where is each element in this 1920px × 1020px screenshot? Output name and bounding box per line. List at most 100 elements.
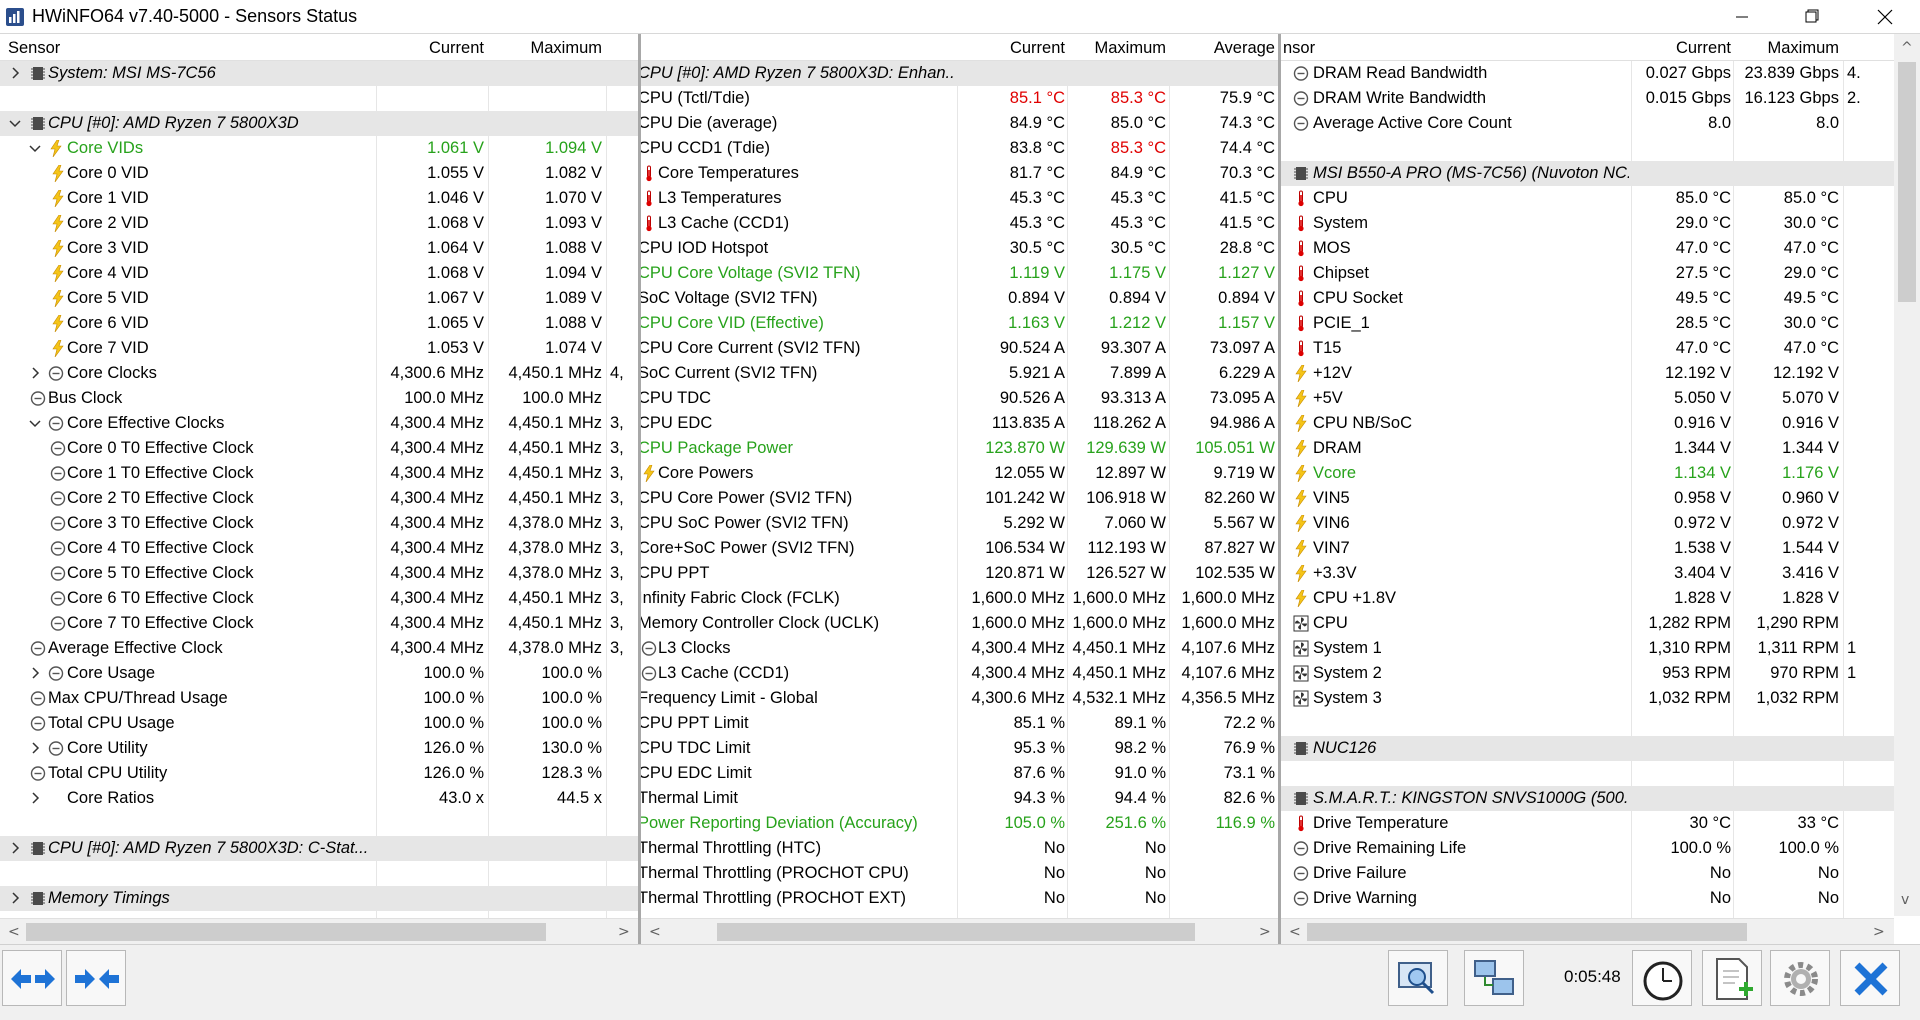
sensor-row[interactable]: PCIE_1 28.5 °C 30.0 °C bbox=[1281, 311, 1894, 336]
scroll-thumb[interactable] bbox=[26, 923, 546, 941]
sensor-row[interactable]: Core Effective Clocks 4,300.4 MHz 4,450.1 … bbox=[0, 411, 638, 436]
sensor-row[interactable]: VIN6 0.972 V 0.972 V bbox=[1281, 511, 1894, 536]
horizontal-scrollbar-left[interactable]: < > bbox=[0, 918, 638, 944]
header-average[interactable]: Average bbox=[1171, 39, 1275, 58]
sensor-row[interactable]: Core 3 VID 1.064 V 1.088 V bbox=[0, 236, 638, 261]
sensor-row[interactable]: CPU TDC Limit 95.3 % 98.2 % 76.9 % bbox=[641, 736, 1278, 761]
sensor-row[interactable]: CPU +1.8V 1.828 V 1.828 V bbox=[1281, 586, 1894, 611]
sensor-row[interactable]: CPU Die (average) 84.9 °C 85.0 °C 74.3 °C bbox=[641, 111, 1278, 136]
clock-reset-button[interactable] bbox=[1632, 950, 1692, 1006]
sensor-row[interactable] bbox=[0, 86, 638, 111]
sensor-row[interactable]: CPU Core VID (Effective) 1.163 V 1.212 V 1.… bbox=[641, 311, 1278, 336]
header-sensor[interactable]: Sensor bbox=[8, 39, 60, 58]
horizontal-scrollbar-middle[interactable]: < > bbox=[641, 918, 1278, 944]
sensor-row[interactable]: L3 Clocks 4,300.4 MHz 4,450.1 MHz 4,107.6 M… bbox=[641, 636, 1278, 661]
sensor-row[interactable]: Core 1 VID 1.046 V 1.070 V bbox=[0, 186, 638, 211]
sensor-group-row[interactable]: CPU [#0]: AMD Ryzen 7 5800X3D: Enhan... bbox=[641, 61, 1278, 86]
sensor-row[interactable]: VIN7 1.538 V 1.544 V bbox=[1281, 536, 1894, 561]
sensor-row[interactable]: Frequency Limit - Global 4,300.6 MHz 4,532… bbox=[641, 686, 1278, 711]
sensor-row[interactable]: +3.3V 3.404 V 3.416 V bbox=[1281, 561, 1894, 586]
sensor-row[interactable]: Core 7 T0 Effective Clock 4,300.4 MHz 4,45… bbox=[0, 611, 638, 636]
sensor-row[interactable]: Total CPU Usage 100.0 % 100.0 % bbox=[0, 711, 638, 736]
chevron-right-icon[interactable] bbox=[9, 842, 21, 854]
sensor-row[interactable]: Bus Clock 100.0 MHz 100.0 MHz bbox=[0, 386, 638, 411]
sensor-row[interactable]: SoC Voltage (SVI2 TFN) 0.894 V 0.894 V 0.89… bbox=[641, 286, 1278, 311]
sensor-row[interactable]: Core Utility 126.0 % 130.0 % bbox=[0, 736, 638, 761]
sensor-row[interactable]: Core 4 T0 Effective Clock 4,300.4 MHz 4,37… bbox=[0, 536, 638, 561]
sensor-row[interactable]: CPU PPT 120.871 W 126.527 W 102.535 W bbox=[641, 561, 1278, 586]
sensor-row[interactable]: Core 6 VID 1.065 V 1.088 V bbox=[0, 311, 638, 336]
sensor-row[interactable]: Total CPU Utility 126.0 % 128.3 % bbox=[0, 761, 638, 786]
scroll-left-icon[interactable]: < bbox=[8, 924, 20, 940]
sensor-row[interactable]: DRAM Write Bandwidth 0.015 Gbps 16.123 Gbp… bbox=[1281, 86, 1894, 111]
sensor-row[interactable]: DRAM Read Bandwidth 0.027 Gbps 23.839 Gbps… bbox=[1281, 61, 1894, 86]
sensor-row[interactable]: Core+SoC Power (SVI2 TFN) 106.534 W 112.19… bbox=[641, 536, 1278, 561]
sensor-row[interactable] bbox=[1281, 761, 1894, 786]
chevron-right-icon[interactable] bbox=[29, 792, 41, 804]
chevron-right-icon[interactable] bbox=[29, 742, 41, 754]
sensor-row[interactable]: Core 6 T0 Effective Clock 4,300.4 MHz 4,45… bbox=[0, 586, 638, 611]
header-maximum[interactable]: Maximum bbox=[1071, 39, 1166, 58]
close-window-button[interactable] bbox=[1856, 0, 1912, 34]
sensor-row[interactable]: +12V 12.192 V 12.192 V bbox=[1281, 361, 1894, 386]
scroll-left-icon[interactable]: < bbox=[1289, 924, 1301, 940]
scroll-left-icon[interactable]: < bbox=[649, 924, 661, 940]
sensor-row[interactable] bbox=[1281, 711, 1894, 736]
scroll-thumb[interactable] bbox=[1898, 62, 1916, 302]
sensor-row[interactable]: Core 2 VID 1.068 V 1.093 V bbox=[0, 211, 638, 236]
sensor-row[interactable]: CPU CCD1 (Tdie) 83.8 °C 85.3 °C 74.4 °C bbox=[641, 136, 1278, 161]
chevron-right-icon[interactable] bbox=[9, 892, 21, 904]
sensor-row[interactable]: SoC Current (SVI2 TFN) 5.921 A 7.899 A 6.22… bbox=[641, 361, 1278, 386]
sensor-row[interactable]: Thermal Throttling (HTC) No No bbox=[641, 836, 1278, 861]
sensor-row[interactable]: Thermal Throttling (PROCHOT CPU) No No bbox=[641, 861, 1278, 886]
sensor-row[interactable]: T15 47.0 °C 47.0 °C bbox=[1281, 336, 1894, 361]
scroll-thumb[interactable] bbox=[717, 923, 1195, 941]
header-current[interactable]: Current bbox=[1635, 39, 1731, 58]
sensor-row[interactable]: CPU Core Voltage (SVI2 TFN) 1.119 V 1.175 … bbox=[641, 261, 1278, 286]
sensor-row[interactable]: CPU NB/SoC 0.916 V 0.916 V bbox=[1281, 411, 1894, 436]
sensor-row[interactable]: VIN5 0.958 V 0.960 V bbox=[1281, 486, 1894, 511]
sensor-row[interactable]: CPU EDC Limit 87.6 % 91.0 % 73.1 % bbox=[641, 761, 1278, 786]
sensor-row[interactable]: Memory Controller Clock (UCLK) 1,600.0 MH… bbox=[641, 611, 1278, 636]
sensor-row[interactable] bbox=[1281, 136, 1894, 161]
sensor-row[interactable]: L3 Cache (CCD1) 45.3 °C 45.3 °C 41.5 °C bbox=[641, 211, 1278, 236]
sensor-row[interactable]: Thermal Limit 94.3 % 94.4 % 82.6 % bbox=[641, 786, 1278, 811]
scroll-down-icon[interactable]: v bbox=[1901, 892, 1909, 908]
sensor-row[interactable]: Core 2 T0 Effective Clock 4,300.4 MHz 4,45… bbox=[0, 486, 638, 511]
chevron-down-icon[interactable] bbox=[29, 142, 41, 154]
sensor-row[interactable]: Drive Failure No No bbox=[1281, 861, 1894, 886]
collapse-layout-button[interactable] bbox=[66, 950, 126, 1006]
restore-button[interactable] bbox=[1784, 0, 1840, 34]
sensor-row[interactable]: +5V 5.050 V 5.070 V bbox=[1281, 386, 1894, 411]
vertical-scrollbar[interactable]: ^ v bbox=[1894, 34, 1920, 916]
sensor-row[interactable]: Vcore 1.134 V 1.176 V bbox=[1281, 461, 1894, 486]
sensor-row[interactable]: Core Clocks 4,300.6 MHz 4,450.1 MHz 4, bbox=[0, 361, 638, 386]
sensor-row[interactable]: Average Effective Clock 4,300.4 MHz 4,378.… bbox=[0, 636, 638, 661]
sensor-row[interactable]: Drive Temperature 30 °C 33 °C bbox=[1281, 811, 1894, 836]
sensor-row[interactable]: L3 Cache (CCD1) 4,300.4 MHz 4,450.1 MHz 4,1… bbox=[641, 661, 1278, 686]
header-current[interactable]: Current bbox=[378, 39, 484, 58]
chevron-down-icon[interactable] bbox=[29, 417, 41, 429]
close-sensors-button[interactable] bbox=[1840, 950, 1900, 1006]
header-maximum[interactable]: Maximum bbox=[490, 39, 602, 58]
sensor-row[interactable]: System 1 1,310 RPM 1,311 RPM 1 bbox=[1281, 636, 1894, 661]
minimize-button[interactable] bbox=[1714, 0, 1770, 34]
horizontal-scrollbar-right[interactable]: < > bbox=[1281, 918, 1894, 944]
sensor-row[interactable]: Average Active Core Count 8.0 8.0 bbox=[1281, 111, 1894, 136]
sensor-row[interactable]: Max CPU/Thread Usage 100.0 % 100.0 % bbox=[0, 686, 638, 711]
chevron-right-icon[interactable] bbox=[29, 667, 41, 679]
sensor-row[interactable]: Core 4 VID 1.068 V 1.094 V bbox=[0, 261, 638, 286]
sensor-row[interactable]: Chipset 27.5 °C 29.0 °C bbox=[1281, 261, 1894, 286]
add-log-button[interactable] bbox=[1702, 950, 1762, 1006]
sensor-row[interactable]: MOS 47.0 °C 47.0 °C bbox=[1281, 236, 1894, 261]
sensor-row[interactable]: DRAM 1.344 V 1.344 V bbox=[1281, 436, 1894, 461]
sensor-group-row[interactable]: Memory Timings bbox=[0, 886, 638, 911]
sensor-row[interactable]: CPU TDC 90.526 A 93.313 A 73.095 A bbox=[641, 386, 1278, 411]
sensor-row[interactable]: Core 3 T0 Effective Clock 4,300.4 MHz 4,37… bbox=[0, 511, 638, 536]
sensor-row[interactable]: Core Temperatures 81.7 °C 84.9 °C 70.3 °C bbox=[641, 161, 1278, 186]
scroll-right-icon[interactable]: > bbox=[1873, 924, 1885, 940]
sensor-row[interactable]: Core 0 VID 1.055 V 1.082 V bbox=[0, 161, 638, 186]
sensor-row[interactable] bbox=[0, 861, 638, 886]
chevron-down-icon[interactable] bbox=[9, 117, 21, 129]
sensor-row[interactable]: Drive Warning No No bbox=[1281, 886, 1894, 911]
